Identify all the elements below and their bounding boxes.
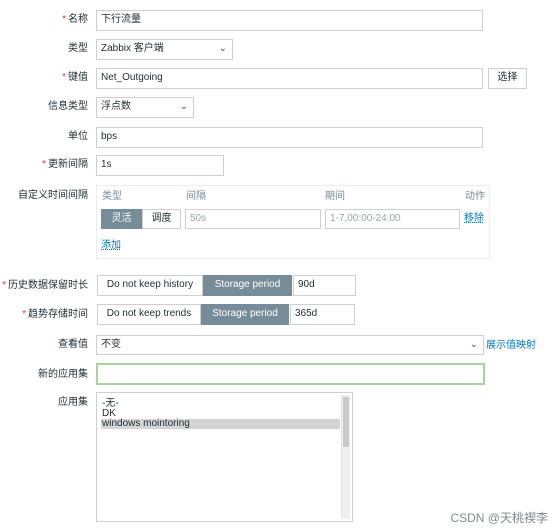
update-interval-input[interactable]: 1s: [96, 155, 224, 176]
period-input[interactable]: 1-7,00:00-24:00: [325, 209, 460, 229]
listbox-scrollbar[interactable]: [341, 395, 350, 519]
interval-type-scheduling[interactable]: 调度: [142, 209, 181, 229]
custom-intervals-header-interval: 间隔: [186, 191, 206, 202]
history-input[interactable]: 90d: [293, 275, 356, 296]
type-select-value: Zabbix 客户端: [101, 43, 164, 54]
info-type-select[interactable]: 浮点数 ⌄: [96, 97, 194, 118]
applications-label: 应用集: [58, 397, 88, 408]
trends-storage-period[interactable]: Storage period: [201, 304, 289, 325]
custom-intervals-header-period: 期间: [325, 191, 345, 202]
chevron-down-icon: ⌄: [179, 101, 188, 112]
units-label: 单位: [68, 131, 88, 142]
required-asterisk: *: [2, 280, 6, 291]
name-input[interactable]: 下行流量: [96, 10, 483, 31]
chevron-down-icon: ⌄: [469, 339, 478, 350]
valuemap-select-value: 不变: [101, 339, 121, 350]
interval-input[interactable]: 50s: [185, 209, 321, 229]
valuemap-label: 查看值: [58, 339, 88, 350]
required-asterisk: *: [22, 309, 26, 320]
new-application-input[interactable]: [96, 363, 485, 385]
required-asterisk: *: [62, 72, 66, 83]
add-interval-link[interactable]: 添加: [101, 239, 121, 253]
valuemap-select[interactable]: 不变 ⌄: [96, 335, 484, 355]
key-select-button[interactable]: 选择: [488, 68, 527, 89]
scrollbar-thumb[interactable]: [343, 397, 349, 447]
update-interval-label: * 更新间隔: [42, 159, 88, 170]
key-label: * 键值: [62, 72, 88, 83]
history-storage-period[interactable]: Storage period: [203, 275, 292, 296]
watermark: CSDN @天桃褉李: [450, 511, 548, 525]
info-type-select-value: 浮点数: [101, 101, 131, 112]
type-select[interactable]: Zabbix 客户端 ⌄: [96, 39, 233, 60]
applications-listbox[interactable]: -无- DK windows mointoring: [96, 392, 353, 522]
required-asterisk: *: [42, 159, 46, 170]
key-input[interactable]: Net_Outgoing: [96, 68, 483, 89]
show-valuemap-link[interactable]: 展示值映射: [486, 339, 536, 352]
trends-do-not-keep[interactable]: Do not keep trends: [97, 304, 201, 325]
new-application-label: 新的应用集: [38, 369, 88, 380]
history-do-not-keep[interactable]: Do not keep history: [97, 275, 203, 296]
trends-label: * 趋势存储时间: [22, 309, 88, 320]
custom-intervals-label: 自定义时间间隔: [18, 190, 88, 201]
application-option[interactable]: -无-: [101, 399, 348, 409]
application-option-selected[interactable]: windows mointoring: [101, 419, 340, 429]
custom-intervals-header-action: 动作: [465, 191, 485, 202]
name-label: * 名称: [62, 14, 88, 25]
trends-input[interactable]: 365d: [290, 304, 355, 325]
remove-interval-link[interactable]: 移除: [464, 212, 484, 226]
chevron-down-icon: ⌄: [218, 43, 227, 54]
interval-type-flexible[interactable]: 灵活: [101, 209, 142, 229]
required-asterisk: *: [62, 14, 66, 25]
type-label: 类型: [68, 43, 88, 54]
custom-intervals-header-type: 类型: [102, 191, 122, 202]
history-label: * 历史数据保留时长: [2, 280, 88, 291]
info-type-label: 信息类型: [48, 101, 88, 112]
units-input[interactable]: bps: [96, 127, 483, 148]
